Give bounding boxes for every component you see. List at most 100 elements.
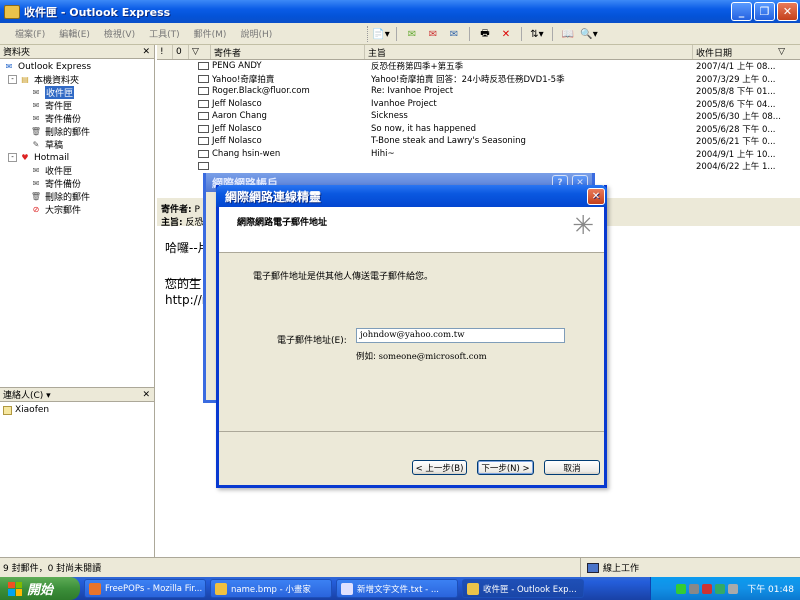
task-app-icon: [341, 582, 353, 595]
maximize-button[interactable]: ❐: [754, 2, 775, 21]
sent-items-icon: ✉: [32, 179, 40, 188]
message-from: Aaron Chang: [212, 111, 267, 122]
message-row[interactable]: Jeff Nolasco T-Bone steak and Lawry's Sea…: [157, 135, 800, 148]
minimize-button[interactable]: _: [731, 2, 752, 21]
folder-label: 寄件備份: [45, 180, 82, 190]
next-button[interactable]: 下一步(N) >: [477, 460, 534, 475]
menu-file[interactable]: 檔案(F): [8, 27, 52, 40]
folder-item[interactable]: ✉ 寄件匣: [0, 99, 154, 112]
folder-label: 寄件匣: [45, 102, 73, 112]
network-icon[interactable]: [676, 583, 687, 594]
message-from: Jeff Nolasco: [212, 98, 262, 109]
sent-items-icon: ✉: [32, 114, 40, 123]
antivirus-icon[interactable]: [702, 583, 713, 594]
outlook-icon: ✉: [5, 62, 13, 71]
read-envelope-icon: [198, 149, 209, 158]
menu-help[interactable]: 說明(H): [233, 27, 279, 40]
col-received-label: 收件日期: [696, 48, 733, 59]
reply-all-icon[interactable]: ✉: [424, 27, 442, 42]
col-subject[interactable]: 主旨: [365, 45, 693, 59]
menu-view[interactable]: 檢視(V): [97, 27, 142, 40]
expand-toggle-icon[interactable]: -: [8, 153, 17, 162]
create-mail-icon[interactable]: 📄▾: [372, 27, 390, 42]
delete-icon[interactable]: ✕: [497, 27, 515, 42]
close-contacts-icon[interactable]: ✕: [142, 390, 150, 400]
menu-message[interactable]: 郵件(M): [187, 27, 234, 40]
message-from: Jeff Nolasco: [212, 123, 262, 134]
taskbar-button[interactable]: FreePOPs - Mozilla Fir...: [84, 579, 206, 598]
folder-item[interactable]: - ♥ Hotmail: [0, 151, 154, 164]
folder-item[interactable]: ✎ 草稿: [0, 138, 154, 151]
folder-item[interactable]: - ▤ 本機資料夾: [0, 73, 154, 86]
cancel-button[interactable]: 取消: [544, 460, 600, 475]
reply-icon[interactable]: ✉: [403, 27, 421, 42]
clock[interactable]: 下午 01:48: [747, 582, 794, 595]
message-row[interactable]: Chang hsin-wen Hihi~ 2004/9/1 上午 10...: [157, 148, 800, 161]
taskbar-button[interactable]: name.bmp - 小畫家: [210, 579, 332, 598]
wizard-close-button[interactable]: ✕: [587, 187, 605, 205]
menu-tools[interactable]: 工具(T): [142, 27, 187, 40]
col-priority[interactable]: !: [157, 45, 173, 59]
folder-label: 刪除的郵件: [45, 128, 91, 138]
start-label: 開始: [27, 583, 54, 598]
folder-item[interactable]: 🗑 刪除的郵件: [0, 125, 154, 138]
forward-icon[interactable]: ✉: [445, 27, 463, 42]
window-titlebar[interactable]: 收件匣 - Outlook Express _ ❐ ✕: [0, 0, 800, 23]
wizard-body: 電子郵件地址是供其他人傳送電子郵件給您。 電子郵件地址(E): johndow@…: [219, 253, 604, 479]
addresses-icon[interactable]: 📖: [559, 27, 577, 42]
contacts-pane-title[interactable]: 連絡人(C) ▾: [3, 388, 51, 401]
col-flag[interactable]: ▽: [189, 45, 211, 59]
message-row[interactable]: 2004/6/22 上午 1...: [157, 160, 800, 173]
message-row[interactable]: Aaron Chang Sickness 2005/6/30 上午 08...: [157, 110, 800, 123]
message-row[interactable]: Jeff Nolasco Ivanhoe Project 2005/8/6 下午 0…: [157, 98, 800, 111]
inbox-icon: ✉: [32, 88, 40, 97]
taskbar-button[interactable]: 收件匣 - Outlook Exp...: [462, 579, 584, 598]
read-envelope-icon: [198, 62, 209, 71]
system-tray: 下午 01:48: [650, 577, 800, 600]
start-button[interactable]: 開始: [0, 577, 80, 600]
toolbar: 📄▾ ✉ ✉ ✉ 🖶 ✕ ⇅▾ 📖 🔍▾: [372, 25, 598, 43]
tray-misc-icon[interactable]: [728, 583, 739, 594]
preview-subject-label: 主旨:: [161, 218, 183, 228]
folder-label: 草稿: [45, 141, 64, 151]
taskbar: 開始 FreePOPs - Mozilla Fir... name.bmp - 小…: [0, 577, 800, 600]
toolbar-grip[interactable]: [367, 26, 370, 42]
wizard-titlebar[interactable]: 網際網路連線精靈 ✕: [216, 185, 607, 207]
col-from[interactable]: 寄件者: [211, 45, 365, 59]
message-row[interactable]: PENG ANDY 反恐任務第四季+第五季 2007/4/1 上午 08...: [157, 60, 800, 73]
window-title: 收件匣 - Outlook Express: [24, 5, 171, 19]
preview-subject-value: 反恐: [185, 218, 204, 228]
contact-item[interactable]: Xiaofen: [0, 404, 154, 416]
email-input[interactable]: johndow@yahoo.com.tw: [356, 328, 565, 343]
col-attachment[interactable]: 0: [173, 45, 189, 59]
menu-edit[interactable]: 編輯(E): [52, 27, 97, 40]
read-envelope-icon: [198, 87, 209, 96]
close-button[interactable]: ✕: [777, 2, 798, 21]
preview-from-label: 寄件者:: [161, 205, 192, 215]
wizard-header: 網際網路電子郵件地址 ✳: [219, 207, 604, 253]
folder-item[interactable]: ✉ 收件匣: [0, 86, 154, 99]
folder-item[interactable]: ⊘ 大宗郵件: [0, 203, 154, 216]
contacts-pane: 連絡人(C) ▾ ✕ Xiaofen: [0, 387, 155, 557]
message-row[interactable]: Jeff Nolasco So now, it has happened 2005/…: [157, 123, 800, 136]
message-from: Roger.Black@fluor.com: [212, 86, 310, 97]
find-icon[interactable]: 🔍▾: [580, 27, 598, 42]
close-pane-icon[interactable]: ✕: [142, 47, 150, 57]
send-receive-icon[interactable]: ⇅▾: [528, 27, 546, 42]
folder-item[interactable]: ✉ 寄件備份: [0, 112, 154, 125]
print-icon[interactable]: 🖶: [476, 27, 494, 42]
volume-icon[interactable]: [689, 583, 700, 594]
message-status-cell: [157, 162, 211, 171]
contacts-pane-header[interactable]: 連絡人(C) ▾ ✕: [0, 388, 154, 402]
folder-item[interactable]: 🗑 刪除的郵件: [0, 190, 154, 203]
taskbar-button[interactable]: 新增文字文件.txt - ...: [336, 579, 458, 598]
back-button[interactable]: < 上一步(B): [412, 460, 467, 475]
message-row[interactable]: Yahoo!奇摩拍賣 Yahoo!奇摩拍賣 回答：24小時反恐任務DVD1-5季 2…: [157, 73, 800, 86]
message-row[interactable]: Roger.Black@fluor.com Re: Ivanhoe Project…: [157, 85, 800, 98]
col-received[interactable]: 收件日期 ▽: [693, 45, 793, 59]
folder-item[interactable]: ✉ 寄件備份: [0, 177, 154, 190]
tray-app-icon[interactable]: [715, 583, 726, 594]
expand-toggle-icon[interactable]: -: [8, 75, 17, 84]
folder-item[interactable]: ✉ 收件匣: [0, 164, 154, 177]
folder-item[interactable]: ✉ Outlook Express: [0, 60, 154, 73]
